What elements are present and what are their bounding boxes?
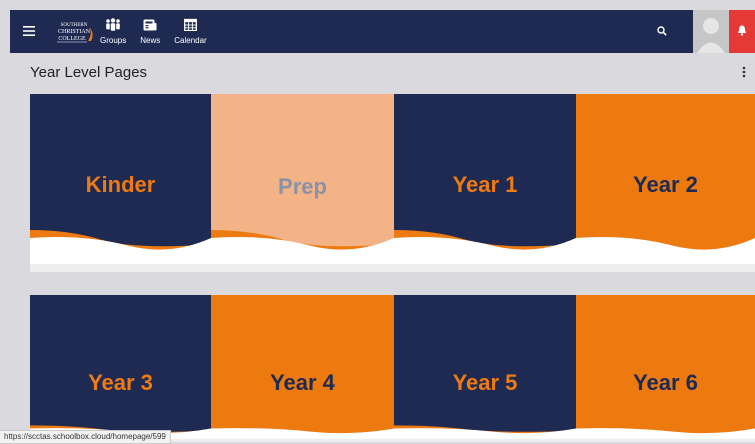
tile-wave (394, 425, 576, 442)
year-tile-year-5[interactable]: Year 5 (394, 295, 576, 442)
wave-shadow (211, 264, 394, 272)
tile-label: Year 3 (88, 370, 153, 395)
more-vertical-icon (742, 66, 746, 78)
tile-label: Kinder (85, 172, 156, 197)
year-tile-year-4[interactable]: Year 4 (211, 295, 394, 442)
top-navigation-bar: SOUTHERN CHRISTIAN COLLEGE Groups News C… (10, 10, 755, 53)
year-tile-year-2[interactable]: Year 2 (576, 94, 755, 272)
tile-wave (30, 230, 211, 272)
menu-button[interactable] (10, 10, 48, 53)
svg-text:CHRISTIAN: CHRISTIAN (58, 29, 91, 35)
nav-groups[interactable]: Groups (100, 10, 126, 53)
tile-wave (576, 428, 755, 442)
bell-icon (737, 23, 747, 41)
svg-text:SOUTHERN: SOUTHERN (61, 23, 88, 28)
tile-wave (394, 230, 576, 272)
nav-news[interactable]: News (140, 10, 160, 53)
user-avatar[interactable] (693, 10, 729, 53)
wave-shadow (30, 264, 211, 272)
wave-shadow (394, 264, 576, 272)
search-button[interactable] (651, 10, 673, 53)
year-tile-prep[interactable]: Prep (211, 94, 394, 272)
year-tile-year-1[interactable]: Year 1 (394, 94, 576, 272)
tile-wave (576, 237, 755, 272)
groups-icon (105, 18, 121, 33)
tile-label: Prep (278, 174, 327, 199)
tile-wave (211, 428, 394, 442)
nav-calendar-label: Calendar (174, 36, 207, 45)
tile-label: Year 6 (633, 370, 698, 395)
nav-groups-label: Groups (100, 36, 127, 45)
calendar-icon (184, 18, 197, 33)
nav-calendar[interactable]: Calendar (174, 10, 207, 53)
tile-label: Year 5 (452, 370, 518, 395)
tile-label: Year 1 (452, 172, 518, 197)
search-icon (657, 23, 667, 41)
year-tile-year-6[interactable]: Year 6 (576, 295, 755, 442)
news-icon (143, 19, 157, 33)
svg-text:COLLEGE: COLLEGE (58, 36, 86, 42)
tile-label: Year 2 (633, 172, 698, 197)
notifications-button[interactable] (729, 10, 755, 53)
wave-shadow (576, 264, 755, 272)
tile-label: Year 4 (270, 370, 335, 395)
year-tile-year-3[interactable]: Year 3 (30, 295, 211, 442)
hamburger-icon (23, 23, 35, 41)
more-options-button[interactable] (741, 63, 747, 81)
year-tile-kinder[interactable]: Kinder (30, 94, 211, 272)
page-header: Year Level Pages (10, 53, 755, 93)
tile-wave (211, 230, 394, 272)
school-logo[interactable]: SOUTHERN CHRISTIAN COLLEGE (48, 10, 100, 53)
page-title: Year Level Pages (30, 64, 148, 81)
nav-news-label: News (140, 35, 161, 45)
person-icon (693, 10, 729, 53)
